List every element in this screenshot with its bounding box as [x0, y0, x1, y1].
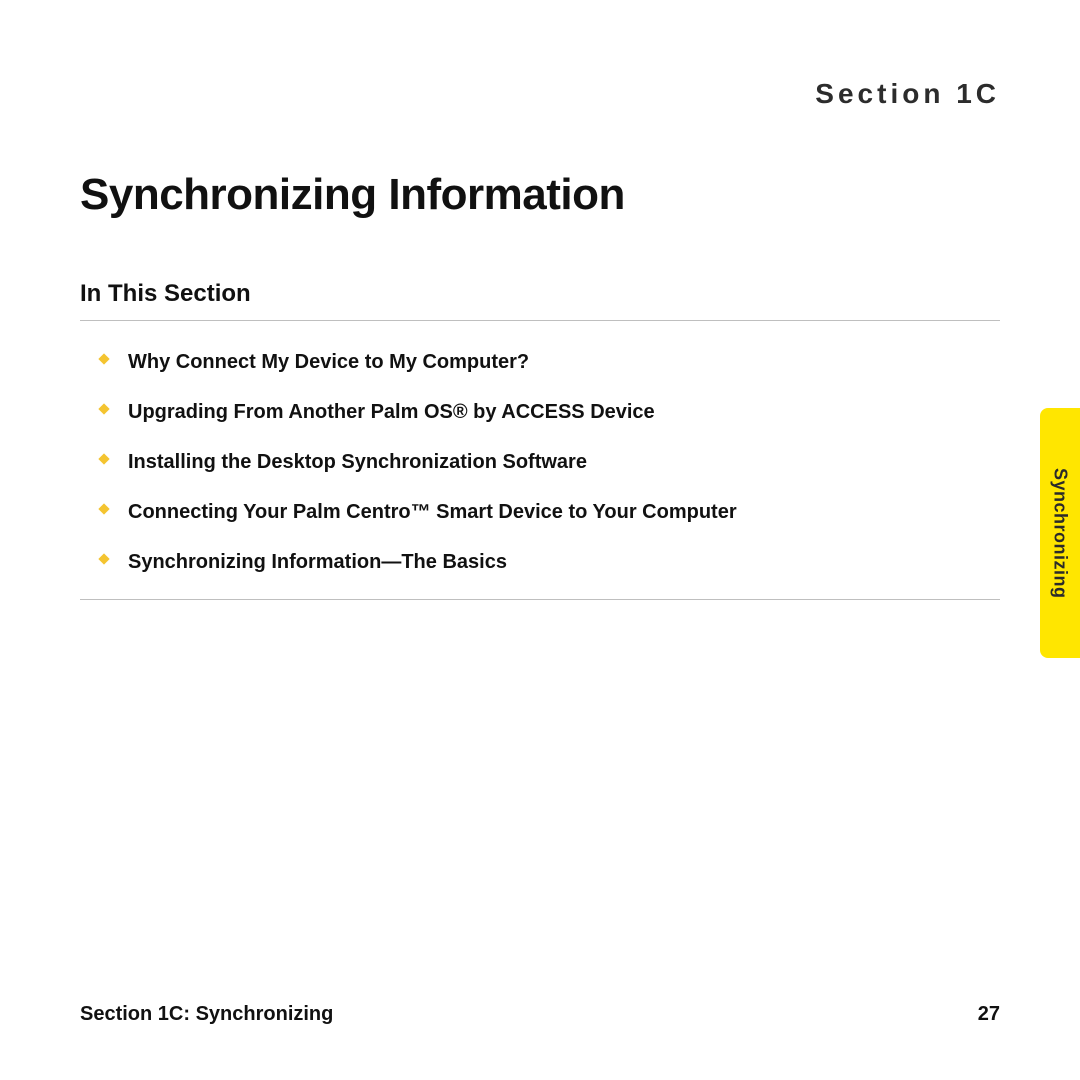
list-item: Synchronizing Information—The Basics: [100, 549, 1000, 575]
side-tab-label: Synchronizing: [1050, 468, 1071, 599]
section-label: Section 1C: [80, 78, 1000, 110]
list-item: Installing the Desktop Synchronization S…: [100, 449, 1000, 475]
divider-top: [80, 320, 1000, 321]
section-contents-list: Why Connect My Device to My Computer? Up…: [80, 349, 1000, 575]
list-item: Connecting Your Palm Centro™ Smart Devic…: [100, 499, 1000, 525]
side-tab-synchronizing: Synchronizing: [1040, 408, 1080, 658]
page-title: Synchronizing Information: [80, 170, 1000, 220]
list-item: Why Connect My Device to My Computer?: [100, 349, 1000, 375]
footer-page-number: 27: [978, 1003, 1000, 1026]
document-page: Section 1C Synchronizing Information In …: [0, 0, 1080, 1080]
list-item: Upgrading From Another Palm OS® by ACCES…: [100, 399, 1000, 425]
in-this-section-heading: In This Section: [80, 280, 1000, 308]
divider-bottom: [80, 599, 1000, 600]
page-footer: Section 1C: Synchronizing 27: [80, 1003, 1000, 1026]
footer-section: Section 1C: Synchronizing: [80, 1003, 333, 1026]
